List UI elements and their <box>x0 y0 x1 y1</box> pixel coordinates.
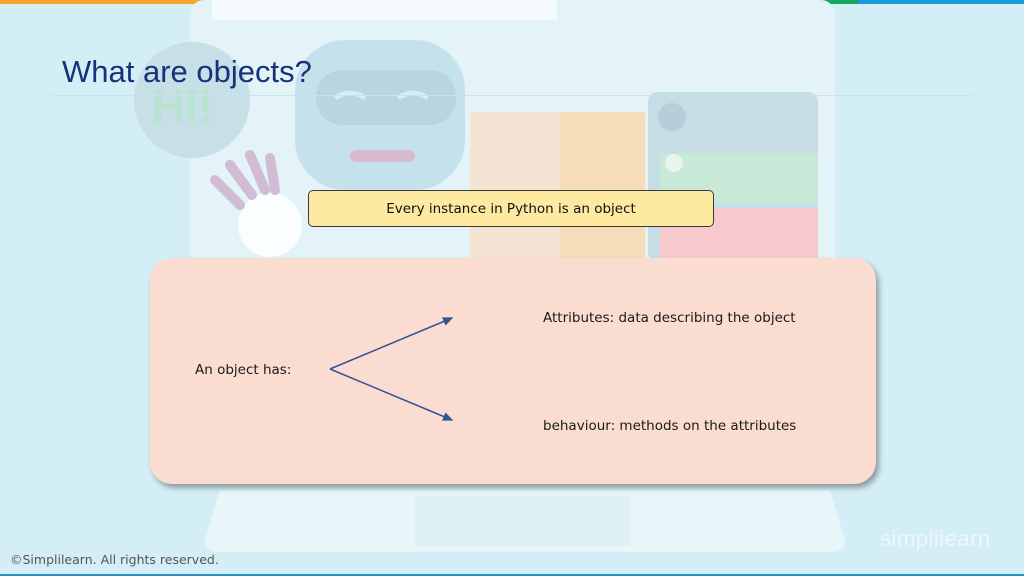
callout-text: Every instance in Python is an object <box>386 200 636 217</box>
attributes-text: Attributes: data describing the object <box>543 310 796 326</box>
footer-copyright: ©Simplilearn. All rights reserved. <box>10 552 219 567</box>
callout-box: Every instance in Python is an object <box>308 190 714 227</box>
title-divider <box>52 95 972 96</box>
page-title: What are objects? <box>62 54 312 89</box>
behaviour-text: behaviour: methods on the attributes <box>543 418 797 434</box>
brand-logo: simplilearn <box>880 526 991 551</box>
object-has-label: An object has: <box>195 362 292 378</box>
